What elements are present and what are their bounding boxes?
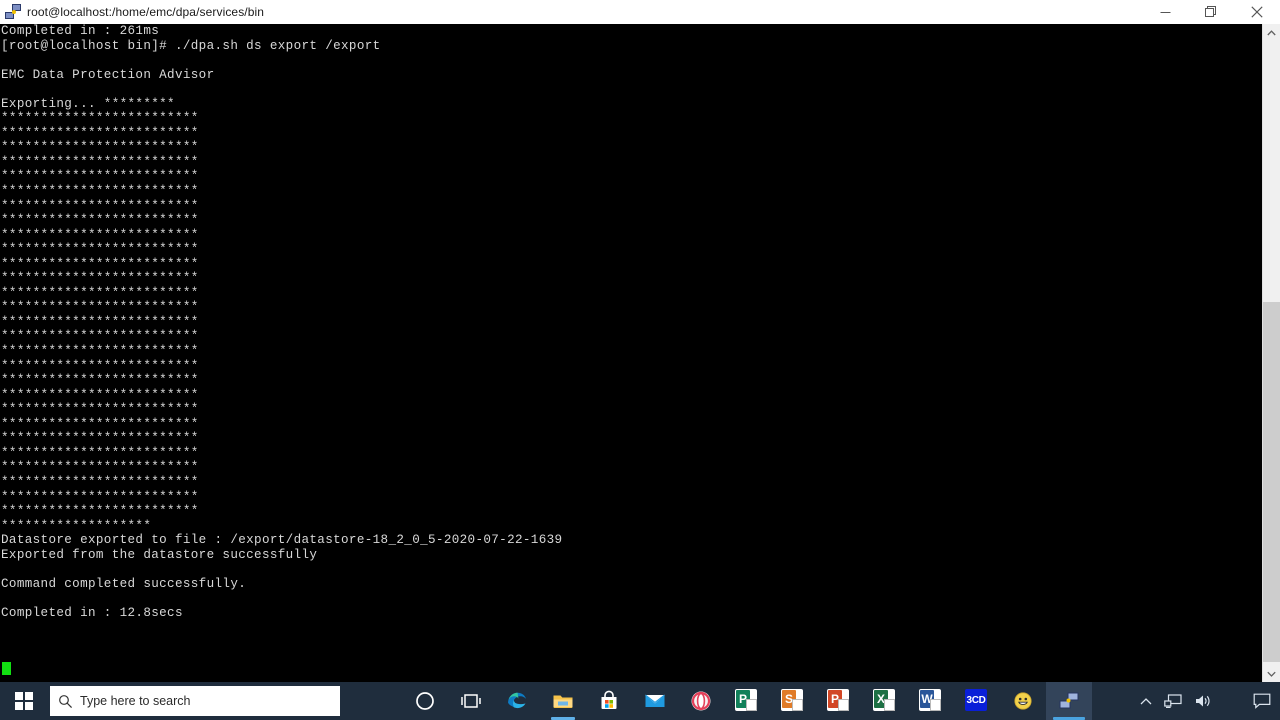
search-icon: [50, 694, 80, 709]
action-center-icon[interactable]: [1244, 682, 1280, 720]
smiley-icon[interactable]: [1000, 682, 1046, 720]
terminal-line: *************************: [1, 504, 199, 519]
minimize-button[interactable]: [1142, 0, 1188, 24]
search-input[interactable]: Type here to search: [50, 686, 340, 716]
terminal-line: *************************: [1, 300, 199, 315]
terminal-line: *************************: [1, 213, 199, 228]
terminal-line: *************************: [1, 314, 199, 329]
taskbar: Type here to search P S P X W 3CD: [0, 682, 1280, 720]
taskbar-items: P S P X W 3CD: [402, 682, 1092, 720]
terminal-line: *************************: [1, 373, 199, 388]
terminal-cursor: [2, 662, 11, 675]
window-title: root@localhost:/home/emc/dpa/services/bi…: [27, 5, 265, 19]
edge-icon[interactable]: [494, 682, 540, 720]
terminal-line: Datastore exported to file : /export/dat…: [1, 533, 563, 548]
powerpoint-icon[interactable]: P: [816, 682, 862, 720]
scroll-up-arrow[interactable]: [1263, 24, 1280, 41]
desktop: root@localhost:/home/emc/dpa/services/bi…: [0, 0, 1280, 720]
volume-icon[interactable]: [1188, 682, 1218, 720]
threecd-label: 3CD: [965, 689, 987, 711]
terminal-line: *************************: [1, 358, 199, 373]
terminal-line: *************************: [1, 198, 199, 213]
microsoft-store-icon[interactable]: [586, 682, 632, 720]
terminal-line: *************************: [1, 256, 199, 271]
terminal-output-area[interactable]: Completed in : 261ms [root@localhost bin]…: [0, 24, 1262, 682]
word-icon[interactable]: W: [908, 682, 954, 720]
terminal-line: *************************: [1, 402, 199, 417]
terminal-line: *************************: [1, 111, 199, 126]
terminal-line: [root@localhost bin]# ./dpa.sh ds export…: [1, 38, 381, 53]
terminal-line: *************************: [1, 154, 199, 169]
terminal-line: *************************: [1, 184, 199, 199]
excel-icon[interactable]: X: [862, 682, 908, 720]
scroll-thumb[interactable]: [1263, 302, 1280, 662]
close-button[interactable]: [1234, 0, 1280, 24]
cortana-icon[interactable]: [402, 682, 448, 720]
show-hidden-icons-chevron[interactable]: [1134, 682, 1158, 720]
terminal-line: *************************: [1, 445, 199, 460]
terminal-text: Completed in : 261ms [root@localhost bin]…: [0, 24, 562, 620]
file-explorer-icon[interactable]: [540, 682, 586, 720]
terminal-line: *************************: [1, 416, 199, 431]
terminal-line: *************************: [1, 169, 199, 184]
terminal-line: Exported from the datastore successfully: [1, 547, 318, 562]
terminal-line: *************************: [1, 344, 199, 359]
publisher-icon[interactable]: P: [724, 682, 770, 720]
terminal-line: *************************: [1, 489, 199, 504]
terminal-line: *************************: [1, 125, 199, 140]
opera-icon[interactable]: [678, 682, 724, 720]
mail-icon[interactable]: [632, 682, 678, 720]
terminal-line: EMC Data Protection Advisor: [1, 67, 215, 82]
terminal-line: *************************: [1, 329, 199, 344]
system-tray: [1134, 682, 1280, 720]
task-view-icon[interactable]: [448, 682, 494, 720]
windows-start-icon[interactable]: [0, 682, 48, 720]
threecd-icon[interactable]: 3CD: [954, 682, 1000, 720]
terminal-line: Completed in : 261ms: [1, 24, 160, 38]
terminal-line: *************************: [1, 387, 199, 402]
terminal-scrollbar[interactable]: [1262, 24, 1280, 682]
window-titlebar: root@localhost:/home/emc/dpa/services/bi…: [0, 0, 1280, 25]
window-controls: [1142, 0, 1280, 24]
search-placeholder: Type here to search: [80, 694, 191, 708]
terminal-line: *************************: [1, 474, 199, 489]
terminal-line: Command completed successfully.: [1, 576, 247, 591]
terminal-line: *******************: [1, 518, 152, 533]
terminal-line: *************************: [1, 227, 199, 242]
restore-button[interactable]: [1188, 0, 1234, 24]
terminal-line: Exporting... *********: [1, 96, 175, 111]
putty-taskbar-icon[interactable]: [1046, 682, 1092, 720]
terminal-line: *************************: [1, 242, 199, 257]
terminal-line: *************************: [1, 285, 199, 300]
terminal-line: *************************: [1, 140, 199, 155]
terminal-line: *************************: [1, 431, 199, 446]
terminal-line: Completed in : 12.8secs: [1, 605, 183, 620]
network-icon[interactable]: [1158, 682, 1188, 720]
sway-icon[interactable]: S: [770, 682, 816, 720]
terminal-line: *************************: [1, 460, 199, 475]
putty-icon: [5, 4, 21, 20]
scroll-down-arrow[interactable]: [1263, 665, 1280, 682]
terminal-line: *************************: [1, 271, 199, 286]
